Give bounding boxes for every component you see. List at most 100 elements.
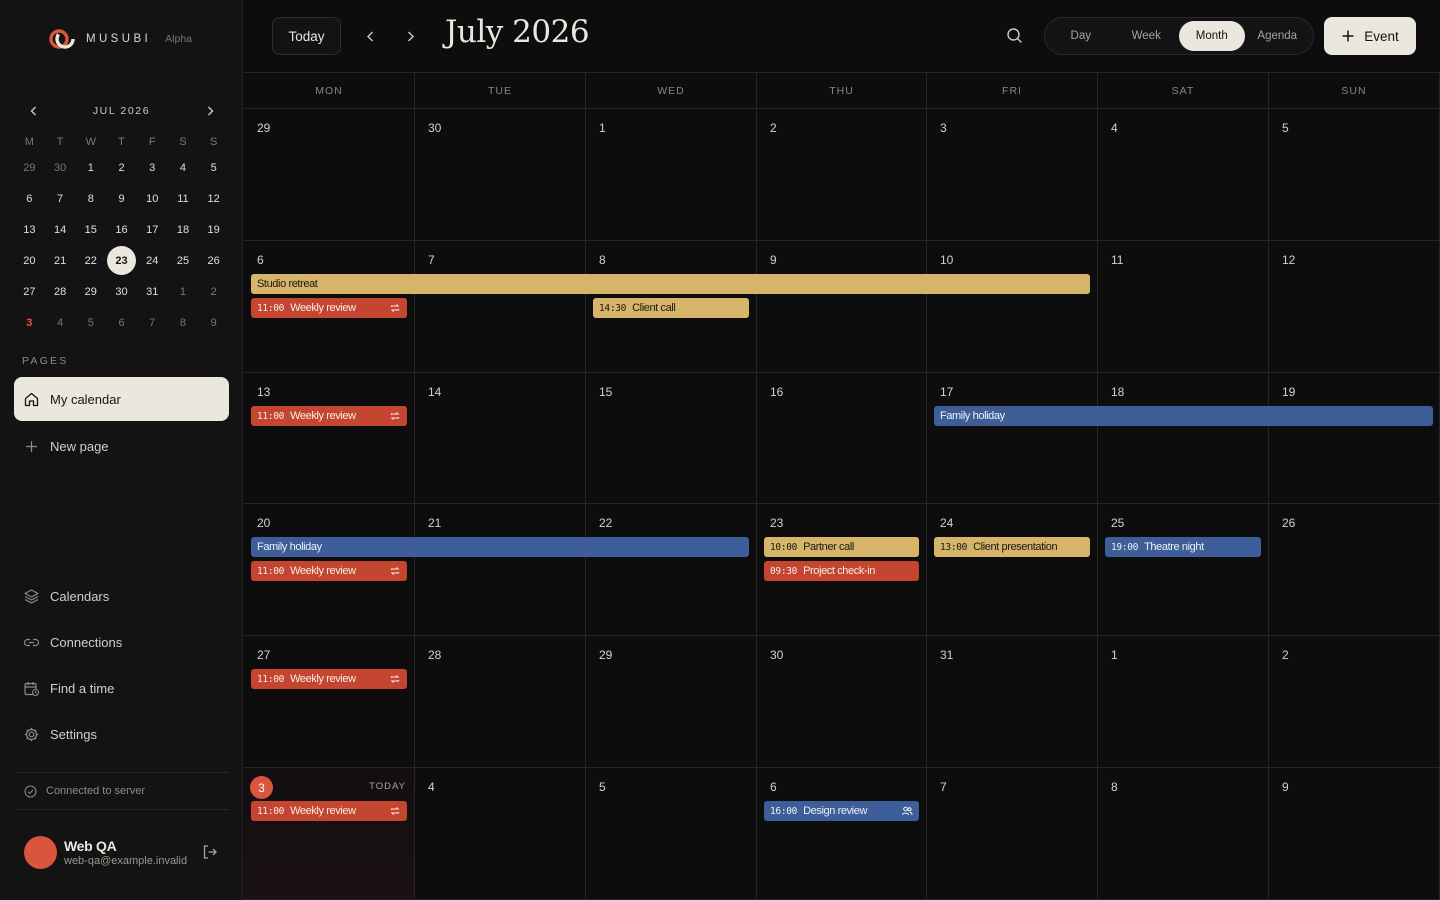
day-cell[interactable]: 29	[586, 636, 757, 768]
day-cell[interactable]: 19	[1269, 373, 1440, 504]
mini-day[interactable]: 6	[106, 309, 137, 337]
mini-day[interactable]: 5	[75, 309, 106, 337]
event-client-presentation[interactable]: 13:00 Client presentation	[934, 537, 1090, 557]
mini-day[interactable]: 12	[198, 185, 229, 213]
mini-day[interactable]: 7	[45, 185, 76, 213]
mini-day[interactable]: 29	[14, 154, 45, 182]
day-cell[interactable]: 18	[1098, 373, 1269, 504]
nav-new-page[interactable]: New page	[14, 424, 229, 468]
event-family-holiday[interactable]	[1098, 406, 1269, 426]
day-cell[interactable]: 9	[757, 241, 927, 373]
day-cell[interactable]: 8	[1098, 768, 1269, 900]
user-profile[interactable]: Web QA web-qa@example.invalid	[24, 834, 224, 870]
prev-month-button[interactable]	[360, 26, 380, 46]
new-event-button[interactable]: Event	[1324, 17, 1416, 55]
day-cell[interactable]: 14	[415, 373, 586, 504]
mini-day[interactable]: 15	[75, 216, 106, 244]
day-cell[interactable]: 5	[1269, 109, 1440, 241]
day-cell[interactable]: 28	[415, 636, 586, 768]
nav-calendars[interactable]: Calendars	[14, 574, 229, 618]
day-cell[interactable]: 29	[244, 109, 415, 241]
event-studio-retreat[interactable]	[586, 274, 757, 294]
mini-day[interactable]: 1	[75, 154, 106, 182]
mini-day[interactable]: 29	[75, 278, 106, 306]
day-cell[interactable]: 2	[1269, 636, 1440, 768]
event-studio-retreat[interactable]	[757, 274, 927, 294]
day-cell[interactable]: 11	[1098, 241, 1269, 373]
day-cell[interactable]: 12	[1269, 241, 1440, 373]
day-cell[interactable]: 5	[586, 768, 757, 900]
logout-icon[interactable]	[201, 843, 219, 861]
day-cell[interactable]: 2	[757, 109, 927, 241]
mini-day[interactable]: 17	[137, 216, 168, 244]
day-cell[interactable]: 6	[757, 768, 927, 900]
mini-day[interactable]: 6	[14, 185, 45, 213]
mini-day[interactable]: 22	[75, 247, 106, 275]
mini-day[interactable]: 2	[106, 154, 137, 182]
mini-next-month-button[interactable]	[199, 100, 221, 122]
mini-day[interactable]: 30	[106, 278, 137, 306]
mini-day[interactable]: 31	[137, 278, 168, 306]
day-cell[interactable]: 22	[586, 504, 757, 636]
mini-day[interactable]: 8	[75, 185, 106, 213]
day-cell[interactable]: 1	[586, 109, 757, 241]
day-cell[interactable]: 3	[927, 109, 1098, 241]
view-tab-day[interactable]: Day	[1048, 21, 1114, 51]
nav-my-calendar[interactable]: My calendar	[14, 377, 229, 421]
event-studio-retreat[interactable]: Studio retreat	[251, 274, 415, 294]
event-partner-call[interactable]: 10:00 Partner call	[764, 537, 919, 557]
event-theatre-night[interactable]: 19:00 Theatre night	[1105, 537, 1261, 557]
day-cell[interactable]: 17	[927, 373, 1098, 504]
next-month-button[interactable]	[400, 26, 420, 46]
event-weekly-review[interactable]: 11:00 Weekly review	[251, 406, 407, 426]
day-cell[interactable]: 24	[927, 504, 1098, 636]
mini-day[interactable]: 28	[45, 278, 76, 306]
day-cell[interactable]: 25	[1098, 504, 1269, 636]
day-cell[interactable]: 10	[927, 241, 1098, 373]
day-cell[interactable]: 30	[757, 636, 927, 768]
nav-connections[interactable]: Connections	[14, 620, 229, 664]
mini-day[interactable]: 4	[45, 309, 76, 337]
day-cell[interactable]: 27	[244, 636, 415, 768]
day-cell[interactable]: 31	[927, 636, 1098, 768]
mini-day-selected[interactable]: 23	[106, 246, 137, 275]
mini-day[interactable]: 5	[198, 154, 229, 182]
event-weekly-review[interactable]: 11:00 Weekly review	[251, 801, 407, 821]
event-family-holiday[interactable]	[415, 537, 586, 557]
event-family-holiday[interactable]	[586, 537, 749, 557]
day-cell[interactable]: 21	[415, 504, 586, 636]
day-cell[interactable]: 4	[415, 768, 586, 900]
event-studio-retreat[interactable]	[927, 274, 1090, 294]
mini-day[interactable]: 9	[198, 309, 229, 337]
mini-day[interactable]: 10	[137, 185, 168, 213]
mini-day[interactable]: 27	[14, 278, 45, 306]
mini-day[interactable]: 18	[168, 216, 199, 244]
mini-day[interactable]: 30	[45, 154, 76, 182]
event-project-checkin[interactable]: 09:30 Project check-in	[764, 561, 919, 581]
view-tab-month[interactable]: Month	[1179, 21, 1245, 51]
nav-find-a-time[interactable]: Find a time	[14, 666, 229, 710]
day-cell[interactable]: 13	[244, 373, 415, 504]
mini-day[interactable]: 16	[106, 216, 137, 244]
mini-day[interactable]: 3	[137, 154, 168, 182]
mini-day[interactable]: 8	[168, 309, 199, 337]
day-cell[interactable]: 7	[927, 768, 1098, 900]
mini-day[interactable]: 7	[137, 309, 168, 337]
mini-day[interactable]: 11	[168, 185, 199, 213]
mini-day[interactable]: 24	[137, 247, 168, 275]
day-cell-today[interactable]: 3 TODAY	[244, 768, 415, 900]
day-cell[interactable]: 16	[757, 373, 927, 504]
mini-day[interactable]: 13	[14, 216, 45, 244]
event-weekly-review[interactable]: 11:00 Weekly review	[251, 561, 407, 581]
event-weekly-review[interactable]: 11:00 Weekly review	[251, 669, 407, 689]
event-studio-retreat[interactable]	[415, 274, 586, 294]
day-cell[interactable]: 4	[1098, 109, 1269, 241]
mini-day-today[interactable]: 3	[14, 309, 45, 337]
mini-day[interactable]: 14	[45, 216, 76, 244]
event-design-review[interactable]: 16:00 Design review	[764, 801, 919, 821]
mini-day[interactable]: 19	[198, 216, 229, 244]
event-family-holiday[interactable]: Family holiday	[251, 537, 415, 557]
mini-day[interactable]: 2	[198, 278, 229, 306]
event-family-holiday[interactable]: Family holiday	[934, 406, 1098, 426]
brand[interactable]: MUSUBI Alpha	[48, 26, 192, 52]
